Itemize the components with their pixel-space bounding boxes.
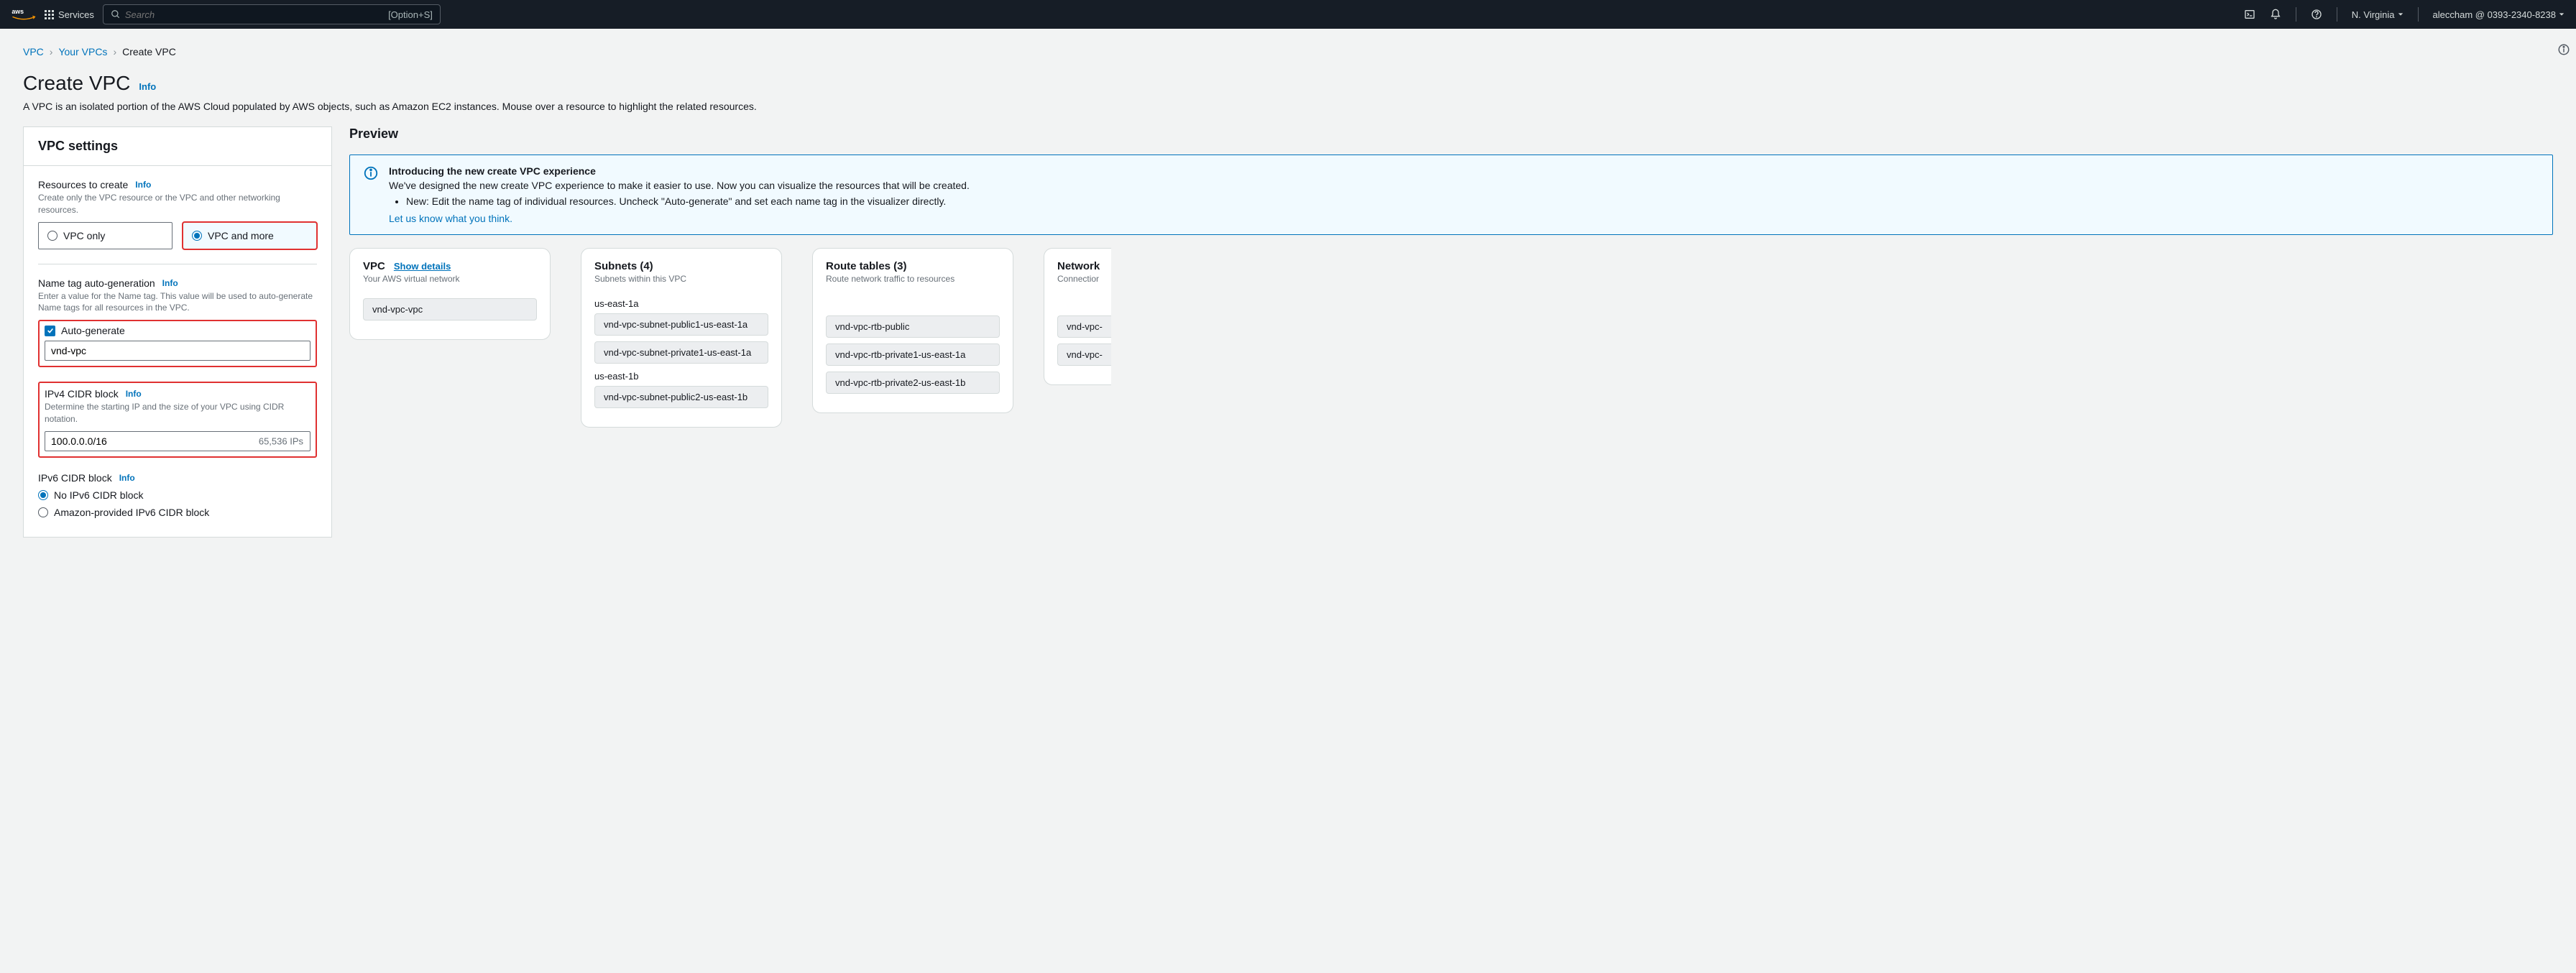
name-tag-input[interactable] xyxy=(45,341,310,361)
radio-off-icon xyxy=(38,507,48,517)
rtb-chip[interactable]: vnd-vpc-rtb-public xyxy=(826,315,1000,338)
show-details-link[interactable]: Show details xyxy=(394,261,451,272)
diagram-network-col: Network Connectior vnd-vpc- vnd-vpc- xyxy=(1044,248,1111,385)
services-label: Services xyxy=(58,9,94,20)
name-tag-label: Name tag auto-generation xyxy=(38,277,155,289)
name-tag-info[interactable]: Info xyxy=(162,278,178,288)
search-shortcut: [Option+S] xyxy=(388,9,433,20)
banner-title: Introducing the new create VPC experienc… xyxy=(389,165,970,177)
notifications-icon[interactable] xyxy=(2270,9,2281,20)
banner-body: We've designed the new create VPC experi… xyxy=(389,180,970,191)
az-label: us-east-1a xyxy=(594,298,768,309)
name-tag-section: Name tag auto-generation Info Enter a va… xyxy=(38,277,317,368)
rtb-chip[interactable]: vnd-vpc-rtb-private2-us-east-1b xyxy=(826,372,1000,394)
breadcrumb: VPC › Your VPCs › Create VPC xyxy=(23,46,2553,57)
region-selector[interactable]: N. Virginia xyxy=(2352,9,2404,20)
side-info-icon[interactable] xyxy=(2557,43,2570,58)
name-tag-highlight: Auto-generate xyxy=(38,320,317,367)
banner-bullet: New: Edit the name tag of individual res… xyxy=(406,195,970,207)
breadcrumb-vpc[interactable]: VPC xyxy=(23,46,44,57)
page-description: A VPC is an isolated portion of the AWS … xyxy=(23,101,2553,112)
page-title-info[interactable]: Info xyxy=(139,81,156,92)
diagram-subnets-col: Subnets (4) Subnets within this VPC us-e… xyxy=(581,248,782,428)
diagram-rtb-col: Route tables (3) Route network traffic t… xyxy=(812,248,1013,413)
ipv6-cidr-section: IPv6 CIDR block Info No IPv6 CIDR block … xyxy=(38,472,317,518)
radio-vpc-and-more[interactable]: VPC and more xyxy=(183,222,317,249)
banner-feedback-link[interactable]: Let us know what you think. xyxy=(389,213,512,224)
resources-hint: Create only the VPC resource or the VPC … xyxy=(38,192,317,216)
page-title-row: Create VPC Info xyxy=(23,72,2553,95)
ipv4-hint: Determine the starting IP and the size o… xyxy=(45,401,310,425)
caret-down-icon xyxy=(2398,11,2404,17)
breadcrumb-current: Create VPC xyxy=(122,46,176,57)
nav-right: N. Virginia aleccham @ 0393-2340-8238 xyxy=(2244,7,2564,22)
chevron-right-icon: › xyxy=(113,46,116,57)
radio-on-icon xyxy=(192,231,202,241)
autogenerate-checkbox[interactable] xyxy=(45,326,55,336)
radio-vpc-only[interactable]: VPC only xyxy=(38,222,172,249)
vpc-settings-panel: VPC settings Resources to create Info Cr… xyxy=(23,126,332,538)
network-chip[interactable]: vnd-vpc- xyxy=(1057,315,1111,338)
resource-diagram: VPCShow details Your AWS virtual network… xyxy=(349,248,2553,428)
svg-text:aws: aws xyxy=(12,8,24,15)
ipv6-label: IPv6 CIDR block xyxy=(38,472,112,484)
resources-to-create-section: Resources to create Info Create only the… xyxy=(38,179,317,249)
page-title: Create VPC xyxy=(23,72,130,95)
top-nav: aws Services [Option+S] N. Virginia alec… xyxy=(0,0,2576,29)
ipv4-info[interactable]: Info xyxy=(126,389,142,399)
page-body: VPC › Your VPCs › Create VPC Create VPC … xyxy=(0,29,2576,555)
resources-label: Resources to create xyxy=(38,179,128,190)
ipv4-cidr-section: IPv4 CIDR block Info Determine the start… xyxy=(38,382,317,458)
diagram-vpc-col: VPCShow details Your AWS virtual network… xyxy=(349,248,551,340)
resources-info[interactable]: Info xyxy=(135,180,151,190)
az-label: us-east-1b xyxy=(594,371,768,382)
search-input[interactable] xyxy=(125,9,388,20)
settings-panel-title: VPC settings xyxy=(24,127,331,166)
preview-area: Preview Introducing the new create VPC e… xyxy=(349,126,2553,428)
radio-on-icon xyxy=(38,490,48,500)
subnet-chip[interactable]: vnd-vpc-subnet-public2-us-east-1b xyxy=(594,386,768,408)
account-menu[interactable]: aleccham @ 0393-2340-8238 xyxy=(2433,9,2564,20)
preview-title: Preview xyxy=(349,126,2553,142)
info-icon xyxy=(363,165,379,224)
help-icon[interactable] xyxy=(2311,9,2322,20)
radio-aws-ipv6[interactable]: Amazon-provided IPv6 CIDR block xyxy=(38,507,317,518)
chevron-right-icon: › xyxy=(50,46,53,57)
services-button[interactable]: Services xyxy=(45,9,94,20)
autogenerate-label: Auto-generate xyxy=(61,325,125,336)
vpc-resource-chip[interactable]: vnd-vpc-vpc xyxy=(363,298,537,321)
ipv4-ip-count: 65,536 IPs xyxy=(259,435,303,446)
radio-no-ipv6[interactable]: No IPv6 CIDR block xyxy=(38,489,317,501)
search-icon xyxy=(111,9,121,19)
network-chip[interactable]: vnd-vpc- xyxy=(1057,343,1111,366)
breadcrumb-your-vpcs[interactable]: Your VPCs xyxy=(58,46,107,57)
aws-logo[interactable]: aws xyxy=(12,7,36,22)
radio-off-icon xyxy=(47,231,58,241)
rtb-chip[interactable]: vnd-vpc-rtb-private1-us-east-1a xyxy=(826,343,1000,366)
subnet-chip[interactable]: vnd-vpc-subnet-public1-us-east-1a xyxy=(594,313,768,336)
caret-down-icon xyxy=(2559,11,2564,17)
services-grid-icon xyxy=(45,10,54,19)
global-search[interactable]: [Option+S] xyxy=(103,4,441,24)
info-banner: Introducing the new create VPC experienc… xyxy=(349,155,2553,235)
ipv6-info[interactable]: Info xyxy=(119,473,135,483)
subnet-chip[interactable]: vnd-vpc-subnet-private1-us-east-1a xyxy=(594,341,768,364)
cloudshell-icon[interactable] xyxy=(2244,9,2255,20)
ipv4-label: IPv4 CIDR block xyxy=(45,388,119,400)
name-tag-hint: Enter a value for the Name tag. This val… xyxy=(38,290,317,315)
